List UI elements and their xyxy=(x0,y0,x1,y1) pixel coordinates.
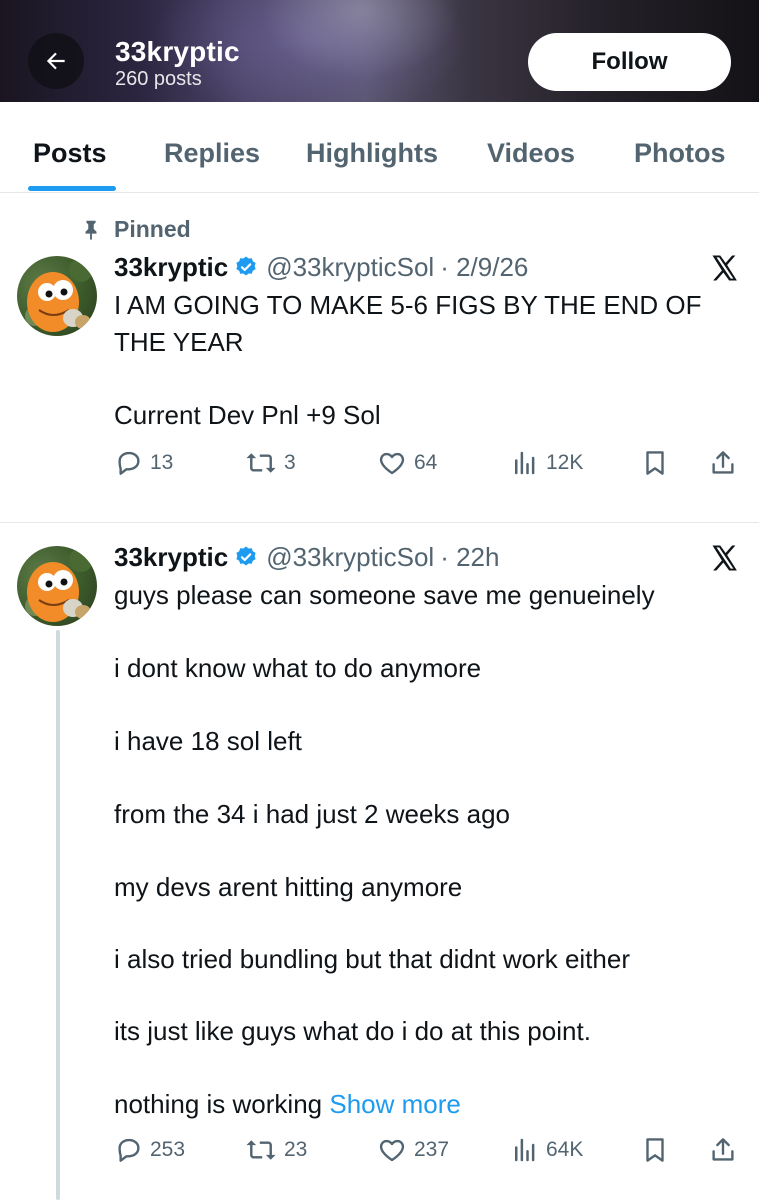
author-name[interactable]: 33kryptic xyxy=(114,542,228,573)
avatar[interactable] xyxy=(17,546,97,626)
author-name[interactable]: 33kryptic xyxy=(114,252,228,283)
tab-highlights[interactable]: Highlights xyxy=(306,138,438,169)
repost-count: 23 xyxy=(284,1138,308,1161)
darwin-avatar-image xyxy=(25,548,93,622)
active-tab-indicator xyxy=(28,186,116,191)
bookmark-button[interactable] xyxy=(640,445,676,481)
tab-replies[interactable]: Replies xyxy=(164,138,260,169)
share-icon xyxy=(712,451,734,474)
back-button[interactable] xyxy=(28,33,84,89)
arrow-left-icon xyxy=(46,52,65,70)
views-count: 12K xyxy=(546,451,584,474)
pin-icon xyxy=(85,220,97,240)
bookmark-icon xyxy=(646,1138,664,1162)
like-button[interactable]: 64 xyxy=(376,445,437,481)
views-count: 64K xyxy=(546,1138,584,1161)
reply-button[interactable]: 13 xyxy=(114,445,173,481)
pinned-label: Pinned xyxy=(114,215,191,242)
repost-icon xyxy=(246,453,276,473)
share-button[interactable] xyxy=(708,445,744,481)
repost-button[interactable]: 3 xyxy=(244,445,296,481)
like-button[interactable]: 237 xyxy=(376,1132,449,1168)
tab-photos[interactable]: Photos xyxy=(634,138,726,169)
reply-count: 13 xyxy=(150,451,174,474)
tab-posts[interactable]: Posts xyxy=(33,138,107,169)
tweet-text-line: I AM GOING TO MAKE 5-6 FIGS BY THE END O… xyxy=(114,290,702,320)
pinned-indicator: Pinned xyxy=(80,212,191,246)
tweet-text-line: THE YEAR xyxy=(114,327,244,357)
bookmark-button[interactable] xyxy=(640,1132,676,1168)
repost-count: 3 xyxy=(284,451,296,474)
profile-name: 33kryptic xyxy=(115,36,240,67)
thread-line xyxy=(56,630,60,1200)
tweet-header: 33kryptic @33krypticSol · 22h xyxy=(114,539,499,575)
tweet-text-line: guys please can someone save me genueine… xyxy=(114,580,655,610)
author-handle[interactable]: @33krypticSol xyxy=(266,252,434,283)
tweet-text-line: i have 18 sol left xyxy=(114,726,302,756)
like-count: 64 xyxy=(414,451,438,474)
views-icon xyxy=(515,451,535,475)
tweet-text: nothing is working xyxy=(114,1089,323,1119)
heart-icon xyxy=(379,452,405,475)
avatar[interactable] xyxy=(17,256,97,336)
tweet-timestamp[interactable]: · 22h xyxy=(440,542,499,573)
reply-icon xyxy=(118,451,140,475)
tweet-actions: 13 3 64 12K xyxy=(114,445,744,481)
tweet-text-line: its just like guys what do i do at this … xyxy=(114,1016,591,1046)
follow-button[interactable]: Follow xyxy=(528,33,731,91)
posts-count: 260 posts xyxy=(115,68,202,90)
darwin-avatar-image xyxy=(25,258,93,332)
tweet-text-line: i dont know what to do anymore xyxy=(114,653,482,683)
tweet-header: 33kryptic @33krypticSol · 2/9/26 xyxy=(114,249,528,285)
repost-icon xyxy=(246,1140,276,1160)
tab-videos[interactable]: Videos xyxy=(487,138,575,169)
reply-icon xyxy=(118,1138,140,1162)
views-icon xyxy=(515,1138,535,1162)
x-logo-icon[interactable] xyxy=(710,543,740,573)
x-logo-icon[interactable] xyxy=(710,253,740,283)
author-handle[interactable]: @33krypticSol xyxy=(266,542,434,573)
reply-button[interactable]: 253 xyxy=(114,1132,185,1168)
share-icon xyxy=(712,1138,734,1161)
tweet-actions: 253 23 237 64K xyxy=(114,1132,744,1168)
verified-badge-icon xyxy=(234,545,258,569)
verified-badge-icon xyxy=(234,255,258,279)
share-button[interactable] xyxy=(708,1132,744,1168)
bookmark-icon xyxy=(646,451,664,475)
profile-header: 33kryptic 260 posts Follow xyxy=(0,0,759,102)
like-count: 237 xyxy=(414,1138,450,1161)
tweet-text-line: my devs arent hitting anymore xyxy=(114,872,463,902)
reply-count: 253 xyxy=(150,1138,186,1161)
views-button[interactable]: 64K xyxy=(510,1132,583,1168)
tweet-text-line: nothing is working Show more xyxy=(114,1089,461,1120)
views-button[interactable]: 12K xyxy=(510,445,583,481)
tweet-text-line: from the 34 i had just 2 weeks ago xyxy=(114,799,511,829)
tweet-divider xyxy=(0,522,759,523)
tweet-text-line: i also tried bundling but that didnt wor… xyxy=(114,944,630,974)
repost-button[interactable]: 23 xyxy=(244,1132,307,1168)
heart-icon xyxy=(379,1139,405,1162)
profile-tabs: Posts Replies Highlights Videos Photos xyxy=(0,102,759,193)
tweet-text-line: Current Dev Pnl +9 Sol xyxy=(114,400,381,430)
show-more-link[interactable]: Show more xyxy=(329,1089,461,1119)
tweet-timestamp[interactable]: · 2/9/26 xyxy=(440,252,528,283)
